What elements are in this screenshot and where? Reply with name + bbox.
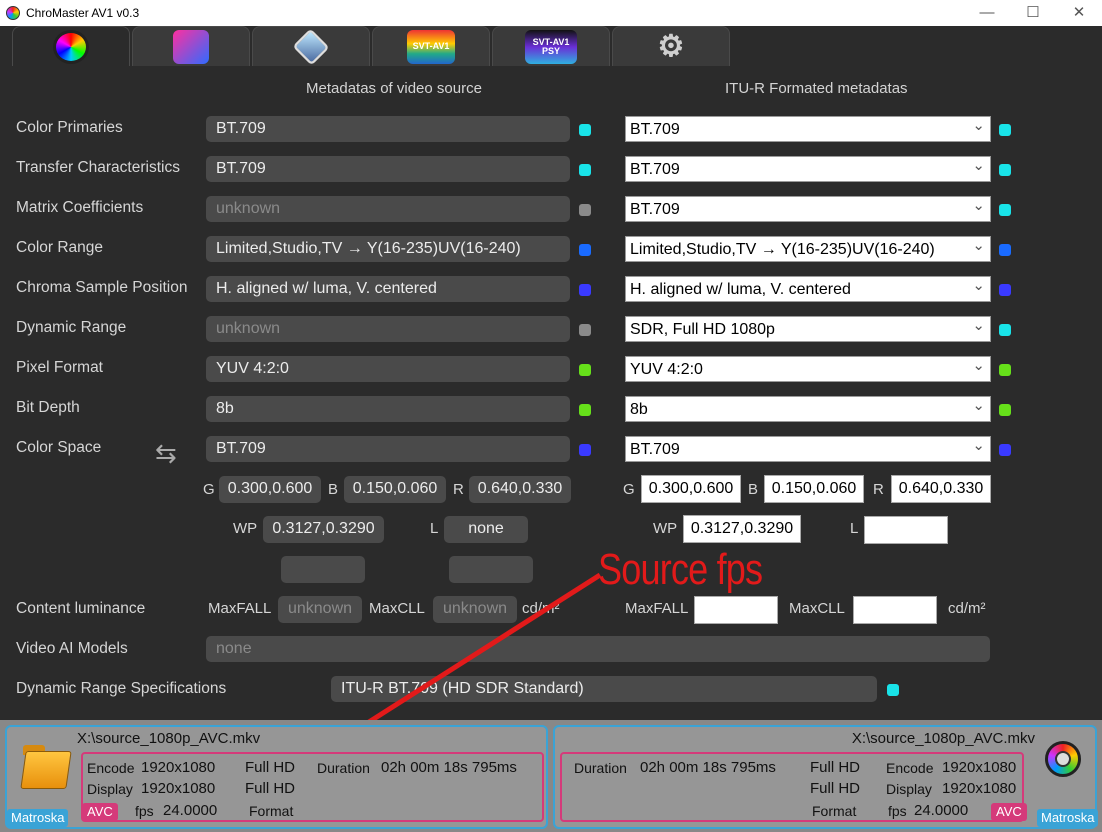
- source-duration-label: Duration: [317, 760, 370, 776]
- source-codec-badge: AVC: [82, 803, 118, 821]
- output-display-label: Display: [886, 781, 932, 797]
- convert-color-icon[interactable]: [1039, 737, 1089, 785]
- source-fps-value: 24.0000: [163, 802, 218, 819]
- source-duration-value: 02h 00m 18s 795ms: [381, 759, 517, 776]
- file-info-bar: X:\source_1080p_AVC.mkv Encode 1920x1080…: [0, 720, 1102, 832]
- output-duration-label: Duration: [574, 760, 627, 776]
- source-encode-value: 1920x1080: [141, 759, 216, 776]
- output-fps-label: fps: [888, 803, 907, 819]
- source-stream-info: Encode 1920x1080 Full HD Duration 02h 00…: [81, 752, 544, 822]
- source-encode-label: Encode: [87, 760, 135, 776]
- open-folder-icon[interactable]: [20, 741, 73, 793]
- output-stream-info: Duration 02h 00m 18s 795ms Full HD Encod…: [560, 752, 1024, 822]
- output-file-path: X:\source_1080p_AVC.mkv: [851, 730, 1035, 747]
- source-container-badge: Matroska: [7, 809, 69, 827]
- source-display-class: Full HD: [245, 780, 296, 797]
- output-display-class: Full HD: [810, 780, 861, 797]
- output-file-panel[interactable]: X:\source_1080p_AVC.mkv Duration 02h 00m…: [553, 725, 1099, 829]
- source-encode-class: Full HD: [245, 759, 296, 776]
- source-display-value: 1920x1080: [141, 780, 216, 797]
- source-file-path: X:\source_1080p_AVC.mkv: [77, 730, 261, 747]
- source-fps-label: fps: [135, 803, 154, 819]
- output-encode-value: 1920x1080: [942, 759, 1017, 776]
- output-container-badge: Matroska: [1037, 809, 1099, 827]
- output-duration-value: 02h 00m 18s 795ms: [640, 759, 776, 776]
- source-format-label: Format: [249, 803, 294, 819]
- output-display-value: 1920x1080: [942, 780, 1017, 797]
- annotation-arrow: [232, 572, 602, 806]
- output-encode-class: Full HD: [810, 759, 861, 776]
- output-fps-value: 24.0000: [914, 802, 969, 819]
- output-format-label: Format: [812, 803, 857, 819]
- source-file-panel[interactable]: X:\source_1080p_AVC.mkv Encode 1920x1080…: [5, 725, 548, 829]
- output-codec-badge: AVC: [991, 803, 1027, 821]
- output-encode-label: Encode: [886, 760, 934, 776]
- source-display-label: Display: [87, 781, 133, 797]
